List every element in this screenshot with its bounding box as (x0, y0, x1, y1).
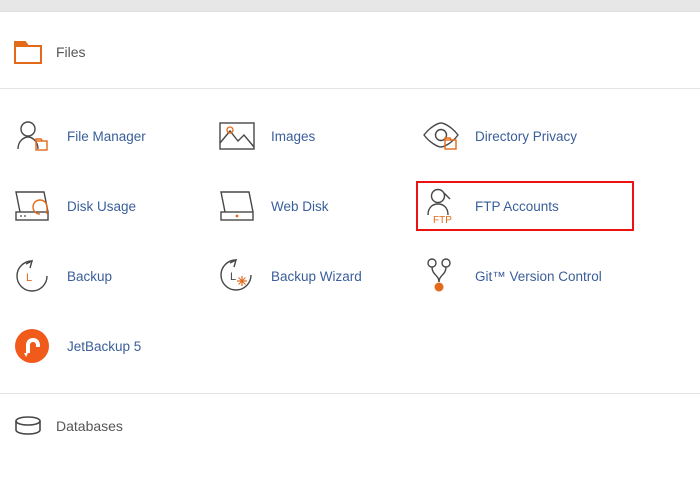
disk-usage-icon (14, 187, 54, 225)
section-header-files: Files (0, 12, 700, 88)
tool-ftp-accounts[interactable]: FTP FTP Accounts (416, 181, 634, 231)
tool-backup-wizard[interactable]: L Backup Wizard (218, 257, 422, 295)
folder-icon (14, 40, 42, 64)
section-header-databases: Databases (0, 394, 700, 436)
tool-label: Directory Privacy (475, 129, 577, 144)
section-title: Files (56, 44, 86, 60)
top-bar (0, 0, 700, 12)
tool-label: Git™ Version Control (475, 269, 602, 284)
tool-label: Disk Usage (67, 199, 136, 214)
tools-grid: File Manager Images Directory Privacy (0, 89, 640, 393)
tool-label: FTP Accounts (475, 199, 559, 214)
section-title: Databases (56, 418, 123, 434)
tool-label: JetBackup 5 (67, 339, 141, 354)
tool-label: Backup Wizard (271, 269, 362, 284)
tool-directory-privacy[interactable]: Directory Privacy (422, 117, 626, 155)
tool-web-disk[interactable]: Web Disk (218, 187, 422, 225)
tool-label: File Manager (67, 129, 146, 144)
tool-label: Web Disk (271, 199, 329, 214)
tool-disk-usage[interactable]: Disk Usage (14, 187, 218, 225)
svg-text:L: L (26, 272, 32, 284)
tool-label: Images (271, 129, 315, 144)
file-manager-icon (14, 117, 54, 155)
database-icon (14, 416, 42, 436)
web-disk-icon (218, 187, 258, 225)
backup-wizard-icon: L (218, 257, 258, 295)
images-icon (218, 117, 258, 155)
svg-text:FTP: FTP (433, 215, 452, 225)
jetbackup-icon (14, 327, 54, 365)
tool-label: Backup (67, 269, 112, 284)
tool-git-version-control[interactable]: Git™ Version Control (422, 257, 626, 295)
tool-backup[interactable]: L Backup (14, 257, 218, 295)
ftp-accounts-icon: FTP (422, 187, 462, 225)
directory-privacy-icon (422, 117, 462, 155)
tool-jetbackup5[interactable]: JetBackup 5 (14, 327, 218, 365)
git-icon (422, 257, 462, 295)
backup-icon: L (14, 257, 54, 295)
tool-file-manager[interactable]: File Manager (14, 117, 218, 155)
tool-images[interactable]: Images (218, 117, 422, 155)
svg-text:L: L (230, 271, 236, 283)
